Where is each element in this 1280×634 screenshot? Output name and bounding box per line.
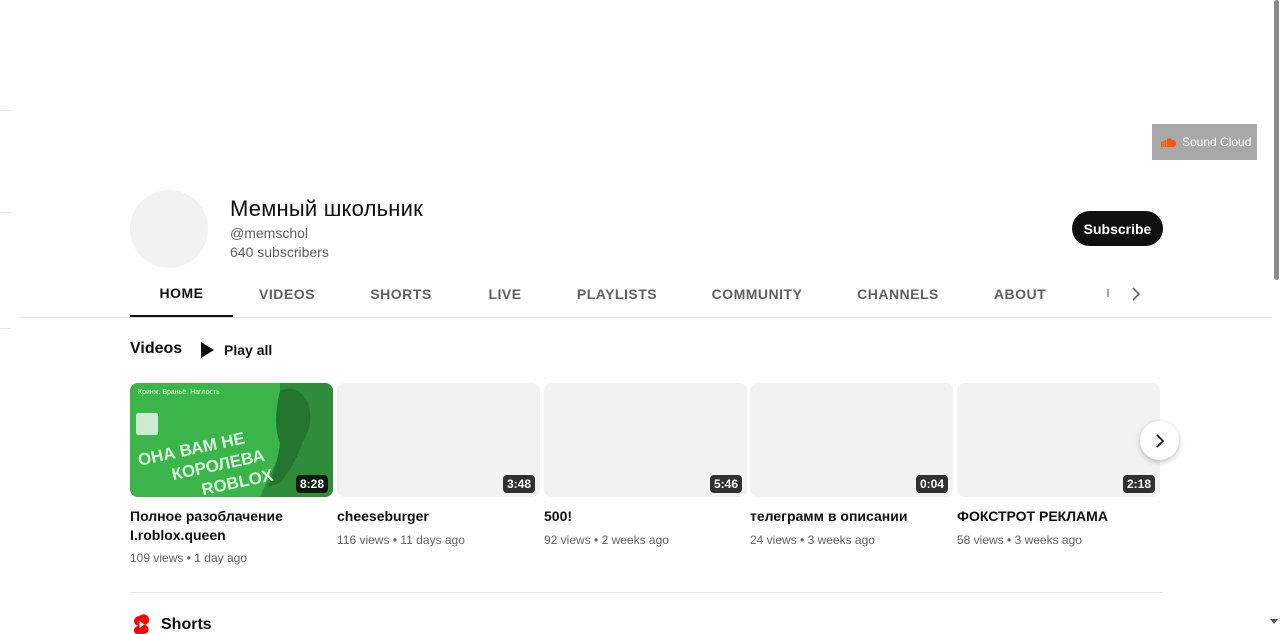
- subscriber-count: 640 subscribers: [230, 244, 329, 260]
- play-all-button[interactable]: Play all: [198, 340, 272, 360]
- video-duration: 5:46: [709, 475, 742, 493]
- video-age: 3 weeks ago: [807, 533, 875, 547]
- scroll-down-arrow-icon[interactable]: [1270, 619, 1278, 624]
- video-thumbnail[interactable]: 3:48: [337, 383, 540, 497]
- section-divider: [130, 592, 1163, 593]
- tab-search-partial: [1107, 289, 1109, 297]
- tab-home[interactable]: HOME: [130, 270, 233, 317]
- tab-channels[interactable]: CHANNELS: [842, 270, 954, 317]
- videos-section-title[interactable]: Videos: [130, 340, 182, 358]
- video-views: 92 views: [544, 533, 591, 547]
- scrollbar-thumb[interactable]: [1274, 0, 1279, 280]
- video-age: 3 weeks ago: [1014, 533, 1082, 547]
- tabs-divider: [20, 317, 1272, 318]
- banner-link-label: Sound Cloud: [1182, 135, 1252, 149]
- meta-separator: •: [186, 551, 191, 565]
- video-duration: 8:28: [295, 475, 328, 493]
- video-duration: 2:18: [1122, 475, 1155, 493]
- video-title[interactable]: 500!: [544, 507, 744, 526]
- video-views: 24 views: [750, 533, 797, 547]
- video-metadata: 58 views • 3 weeks ago: [957, 533, 1160, 547]
- chevron-right-icon: [1132, 287, 1141, 301]
- video-title[interactable]: телеграмм в описании: [750, 507, 950, 526]
- tabs-scroll-right-button[interactable]: [1126, 282, 1146, 306]
- banner-link-soundcloud[interactable]: Sound Cloud: [1152, 124, 1257, 160]
- video-metadata: 24 views • 3 weeks ago: [750, 533, 953, 547]
- video-thumbnail[interactable]: Кринж. Враньё. Наглость ОНА ВАМ НЕ КОРОЛ…: [130, 383, 333, 497]
- tab-videos[interactable]: VIDEOS: [235, 270, 339, 317]
- video-thumbnail[interactable]: 5:46: [544, 383, 747, 497]
- video-duration: 3:48: [502, 475, 535, 493]
- meta-separator: •: [392, 533, 398, 547]
- video-card[interactable]: 3:48 cheeseburger 116 views • 11 days ag…: [337, 383, 540, 547]
- shorts-section-header: Shorts: [133, 614, 212, 634]
- meta-separator: •: [1007, 533, 1012, 547]
- shorts-icon: [133, 614, 150, 634]
- tab-about[interactable]: ABOUT: [978, 270, 1062, 317]
- video-age: 1 day ago: [194, 551, 247, 565]
- video-card[interactable]: 2:18 ФОКСТРОТ РЕКЛАМА 58 views • 3 weeks…: [957, 383, 1160, 547]
- video-title[interactable]: Полное разоблачение I.roblox.queen: [130, 507, 330, 545]
- channel-avatar[interactable]: [130, 190, 208, 268]
- shorts-section-title[interactable]: Shorts: [161, 616, 212, 634]
- chevron-right-icon: [1155, 433, 1164, 448]
- video-card[interactable]: Кринж. Враньё. Наглость ОНА ВАМ НЕ КОРОЛ…: [130, 383, 333, 565]
- meta-separator: •: [594, 533, 599, 547]
- thumbnail-tagline: Кринж. Враньё. Наглость: [138, 389, 220, 396]
- tab-community[interactable]: COMMUNITY: [694, 270, 820, 317]
- video-card[interactable]: 0:04 телеграмм в описании 24 views • 3 w…: [750, 383, 953, 547]
- video-duration: 0:04: [915, 475, 948, 493]
- video-metadata: 109 views • 1 day ago: [130, 551, 333, 565]
- soundcloud-icon: [1161, 137, 1176, 147]
- video-title[interactable]: cheeseburger: [337, 507, 537, 526]
- page-scrollbar[interactable]: [1270, 0, 1280, 634]
- video-age: 11 days ago: [400, 533, 465, 547]
- play-icon: [201, 342, 214, 358]
- carousel-next-button[interactable]: [1140, 421, 1179, 460]
- video-views: 58 views: [957, 533, 1004, 547]
- tab-playlists[interactable]: PLAYLISTS: [558, 270, 676, 317]
- video-views: 116 views: [337, 533, 390, 547]
- video-thumbnail[interactable]: 2:18: [957, 383, 1160, 497]
- video-card[interactable]: 5:46 500! 92 views • 2 weeks ago: [544, 383, 747, 547]
- video-views: 109 views: [130, 551, 184, 565]
- video-metadata: 116 views • 11 days ago: [337, 533, 540, 547]
- video-title[interactable]: ФОКСТРОТ РЕКЛАМА: [957, 507, 1157, 526]
- video-age: 2 weeks ago: [601, 533, 669, 547]
- channel-handle: @memschol: [230, 225, 309, 241]
- video-thumbnail[interactable]: 0:04: [750, 383, 953, 497]
- meta-separator: •: [800, 533, 805, 547]
- video-metadata: 92 views • 2 weeks ago: [544, 533, 747, 547]
- tab-live[interactable]: LIVE: [465, 270, 545, 317]
- play-all-label: Play all: [224, 342, 273, 358]
- channel-name: Мемный школьник: [230, 196, 423, 221]
- subscribe-button[interactable]: Subscribe: [1072, 211, 1163, 246]
- tab-shorts[interactable]: SHORTS: [344, 270, 458, 317]
